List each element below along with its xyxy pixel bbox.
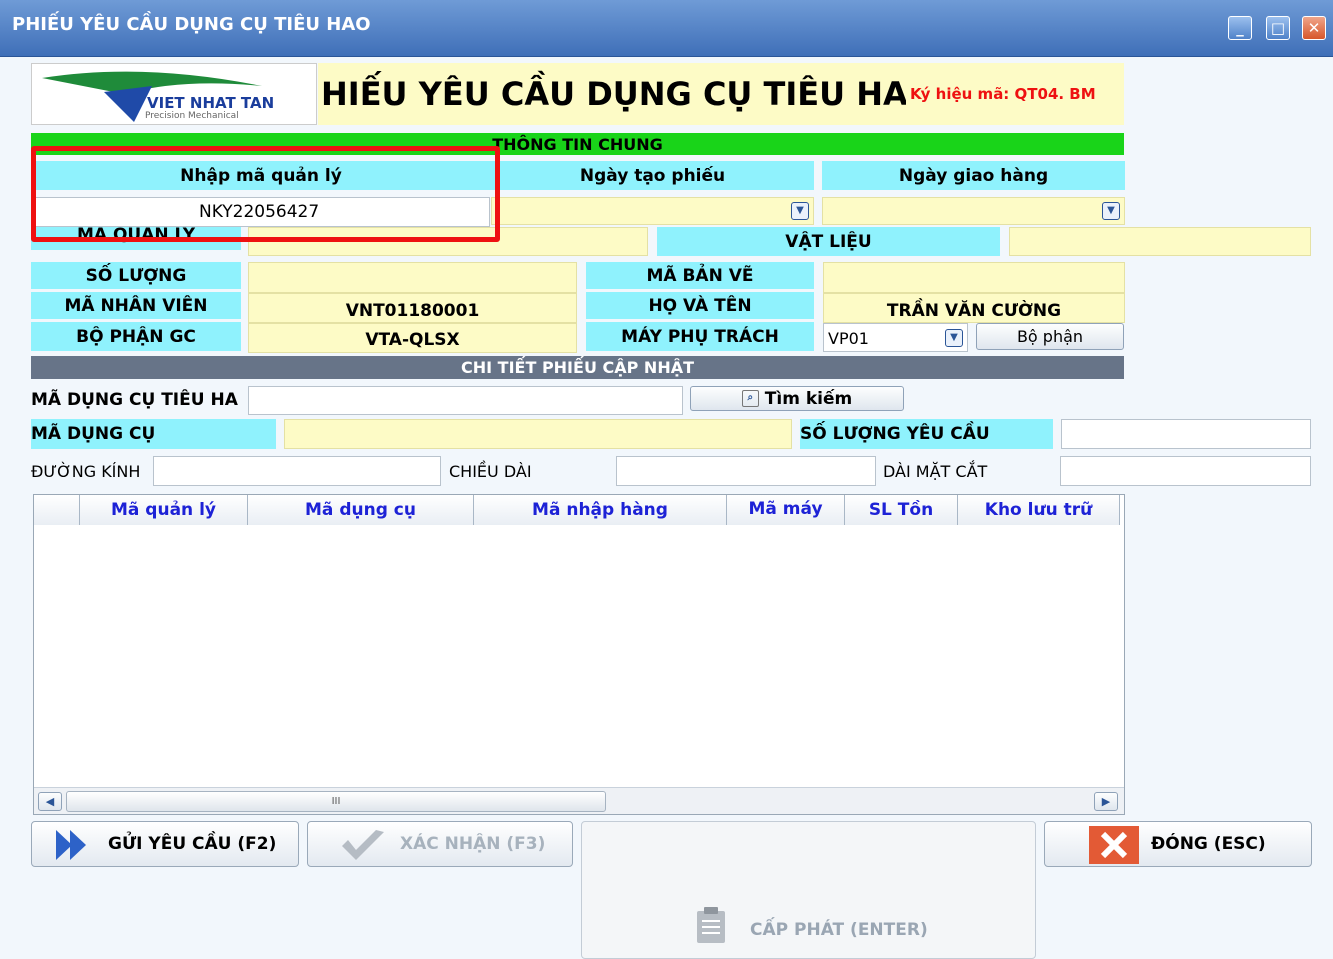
code-label-box: Ký hiệu mã: QT04. BM <box>906 63 1124 125</box>
search-button[interactable]: ⌕ Tìm kiếm <box>690 386 904 411</box>
created-date-picker[interactable]: ▼ <box>491 197 814 225</box>
close-icon <box>1089 826 1139 864</box>
quantity-field[interactable] <box>248 262 577 293</box>
machine-label: MÁY PHỤ TRÁCH <box>586 322 814 351</box>
column-header-storage[interactable]: Kho lưu trữ <box>958 495 1120 525</box>
consumable-code-label: MÃ DỤNG CỤ TIÊU HA <box>31 390 238 410</box>
send-request-label: GỬI YÊU CẦU (F2) <box>108 834 277 854</box>
row-header-column[interactable] <box>34 495 80 525</box>
maximize-button[interactable]: □ <box>1266 16 1290 40</box>
drawing-code-field[interactable] <box>823 262 1125 293</box>
length-label: CHIỀU DÀI <box>449 461 532 481</box>
company-logo: VIET NHAT TAN Precision Mechanical <box>31 63 317 125</box>
tool-code-field[interactable] <box>284 419 792 449</box>
close-window-button[interactable]: ✕ <box>1302 16 1326 40</box>
full-name-label: HỌ VÀ TÊN <box>586 292 814 319</box>
chevron-down-icon[interactable]: ▼ <box>1102 202 1120 220</box>
cut-length-label: DÀI MẶT CẮT <box>883 461 988 481</box>
department-label: BỘ PHẬN GC <box>31 322 241 351</box>
logo-subtext: Precision Mechanical <box>145 111 239 121</box>
delivery-date-picker[interactable]: ▼ <box>822 197 1125 225</box>
full-name-field[interactable]: TRẦN VĂN CƯỜNG <box>823 293 1125 323</box>
machine-value: VP01 <box>828 329 869 348</box>
scroll-thumb[interactable]: III <box>66 791 606 812</box>
delivery-date-label: Ngày giao hàng <box>822 161 1125 190</box>
confirm-button[interactable]: XÁC NHẬN (F3) <box>307 821 573 867</box>
diameter-input[interactable] <box>153 456 441 486</box>
minimize-button[interactable]: _ <box>1228 16 1252 40</box>
created-date-label: Ngày tạo phiếu <box>491 161 814 190</box>
diameter-label: ĐƯỜNG KÍNH <box>31 461 141 481</box>
employee-code-label: MÃ NHÂN VIÊN <box>31 292 241 319</box>
department-button[interactable]: Bộ phận <box>976 323 1124 350</box>
machine-select[interactable]: VP01 ▼ <box>823 323 968 352</box>
section-detail-header: CHI TIẾT PHIẾU CẬP NHẬT <box>31 356 1124 379</box>
chevron-down-icon[interactable]: ▼ <box>791 202 809 220</box>
cut-length-input[interactable] <box>1060 456 1311 486</box>
column-header-management-code[interactable]: Mã quản lý <box>80 495 248 525</box>
request-table[interactable]: Mã quản lý Mã dụng cụ Mã nhập hàng Mã má… <box>33 494 1125 815</box>
double-chevron-right-icon <box>56 830 86 860</box>
material-field[interactable] <box>1009 227 1311 256</box>
drawing-code-label: MÃ BẢN VẼ <box>586 262 814 289</box>
search-button-label: Tìm kiếm <box>764 388 853 409</box>
send-request-button[interactable]: GỬI YÊU CẦU (F2) <box>31 821 299 867</box>
horizontal-scrollbar[interactable]: ◀ III ▶ <box>34 787 1124 814</box>
tool-code-label: MÃ DỤNG CỤ <box>31 419 276 449</box>
search-icon: ⌕ <box>741 390 759 407</box>
close-form-button[interactable]: ĐÓNG (ESC) <box>1044 821 1312 867</box>
consumable-code-input[interactable] <box>248 386 683 415</box>
department-field[interactable]: VTA-QLSX <box>248 323 577 353</box>
form-title: HIẾU YÊU CẦU DỤNG CỤ TIÊU HA <box>321 75 906 113</box>
column-header-import-code[interactable]: Mã nhập hàng <box>474 495 727 525</box>
chevron-down-icon[interactable]: ▼ <box>945 329 963 347</box>
close-form-label: ĐÓNG (ESC) <box>1151 834 1266 854</box>
request-qty-label: SỐ LƯỢNG YÊU CẦU <box>800 419 1053 449</box>
column-header-machine-code[interactable]: Mã máy <box>727 495 845 525</box>
code-label: Ký hiệu mã: QT04. BM <box>910 85 1096 103</box>
scroll-left-icon[interactable]: ◀ <box>38 792 62 811</box>
window-title: PHIẾU YÊU CẦU DỤNG CỤ TIÊU HAO <box>12 14 371 35</box>
highlight-box <box>31 146 500 242</box>
column-header-tool-code[interactable]: Mã dụng cụ <box>248 495 474 525</box>
quantity-label: SỐ LƯỢNG <box>31 262 241 289</box>
request-qty-input[interactable] <box>1061 419 1311 449</box>
issue-button[interactable]: CẤP PHÁT (ENTER) <box>581 821 1036 959</box>
scroll-right-icon[interactable]: ▶ <box>1094 792 1118 811</box>
issue-label: CẤP PHÁT (ENTER) <box>750 920 928 940</box>
employee-code-field[interactable]: VNT01180001 <box>248 293 577 323</box>
clipboard-icon <box>697 907 725 943</box>
checkmark-icon <box>342 830 384 860</box>
column-header-stock-qty[interactable]: SL Tồn <box>845 495 958 525</box>
form-title-banner: HIẾU YÊU CẦU DỤNG CỤ TIÊU HA <box>318 63 906 125</box>
logo-text: VIET NHAT TAN <box>147 94 275 112</box>
material-label: VẬT LIỆU <box>657 227 1000 256</box>
confirm-label: XÁC NHẬN (F3) <box>400 834 546 854</box>
length-input[interactable] <box>616 456 876 486</box>
